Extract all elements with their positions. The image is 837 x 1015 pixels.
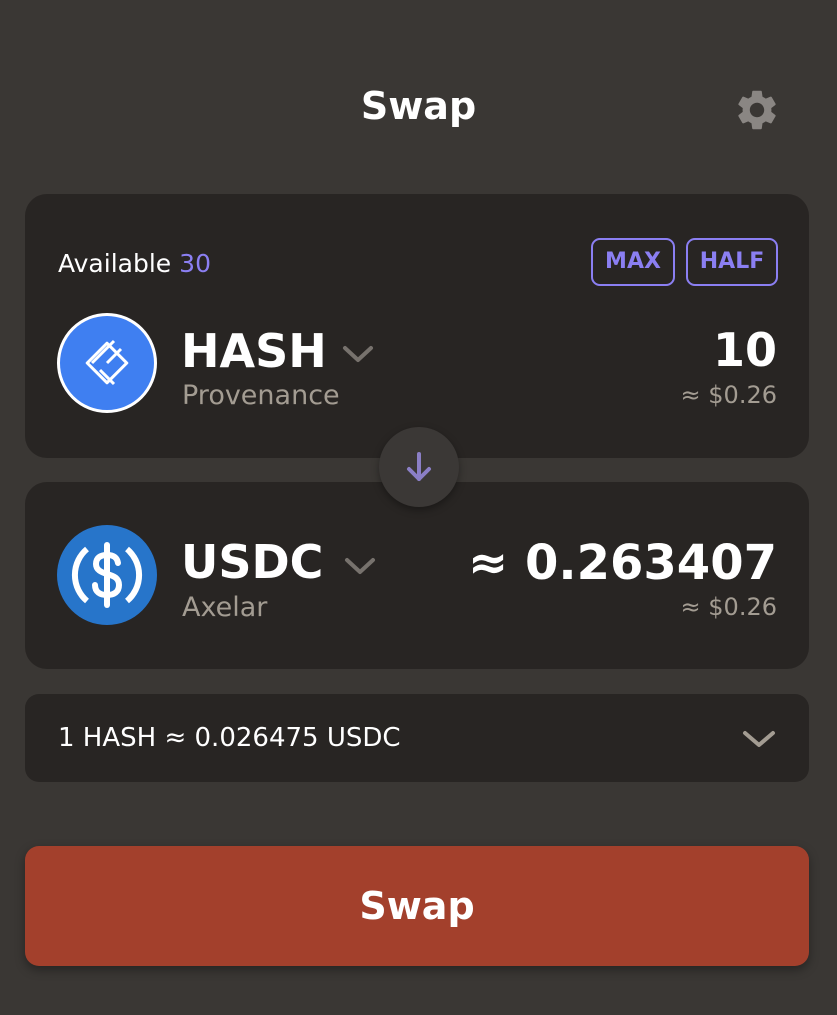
to-token-chain: Axelar [182,592,268,623]
gear-icon[interactable] [733,86,781,134]
page-title: Swap [360,84,477,128]
switch-tokens-button[interactable] [379,427,459,507]
chevron-down-icon[interactable] [741,728,777,750]
from-token-symbol[interactable]: HASH [181,323,327,379]
exchange-rate-text: 1 HASH ≈ 0.026475 USDC [58,723,401,753]
from-token-chain: Provenance [182,380,340,411]
to-usd-value: ≈ $0.26 [680,593,777,621]
usdc-token-icon[interactable] [57,525,157,625]
half-button[interactable]: HALF [686,238,778,286]
hash-token-icon[interactable] [57,313,157,413]
arrow-down-icon [407,452,431,481]
from-token-card: Available 30 MAX HALF HASH Provenance 10 … [25,194,809,458]
available-balance: Available 30 [58,248,211,280]
chevron-down-icon[interactable] [341,343,375,365]
to-amount: ≈ 0.263407 [468,535,777,591]
swap-button[interactable]: Swap [25,846,809,966]
chevron-down-icon[interactable] [343,555,377,577]
available-label: Available [58,249,172,278]
from-usd-value: ≈ $0.26 [680,381,777,409]
to-token-card: USDC Axelar ≈ 0.263407 ≈ $0.26 [25,482,809,669]
from-amount-input[interactable]: 10 [713,323,777,377]
max-button[interactable]: MAX [591,238,675,286]
to-token-symbol[interactable]: USDC [181,534,323,590]
available-value: 30 [179,249,211,278]
exchange-rate-bar[interactable]: 1 HASH ≈ 0.026475 USDC [25,694,809,782]
